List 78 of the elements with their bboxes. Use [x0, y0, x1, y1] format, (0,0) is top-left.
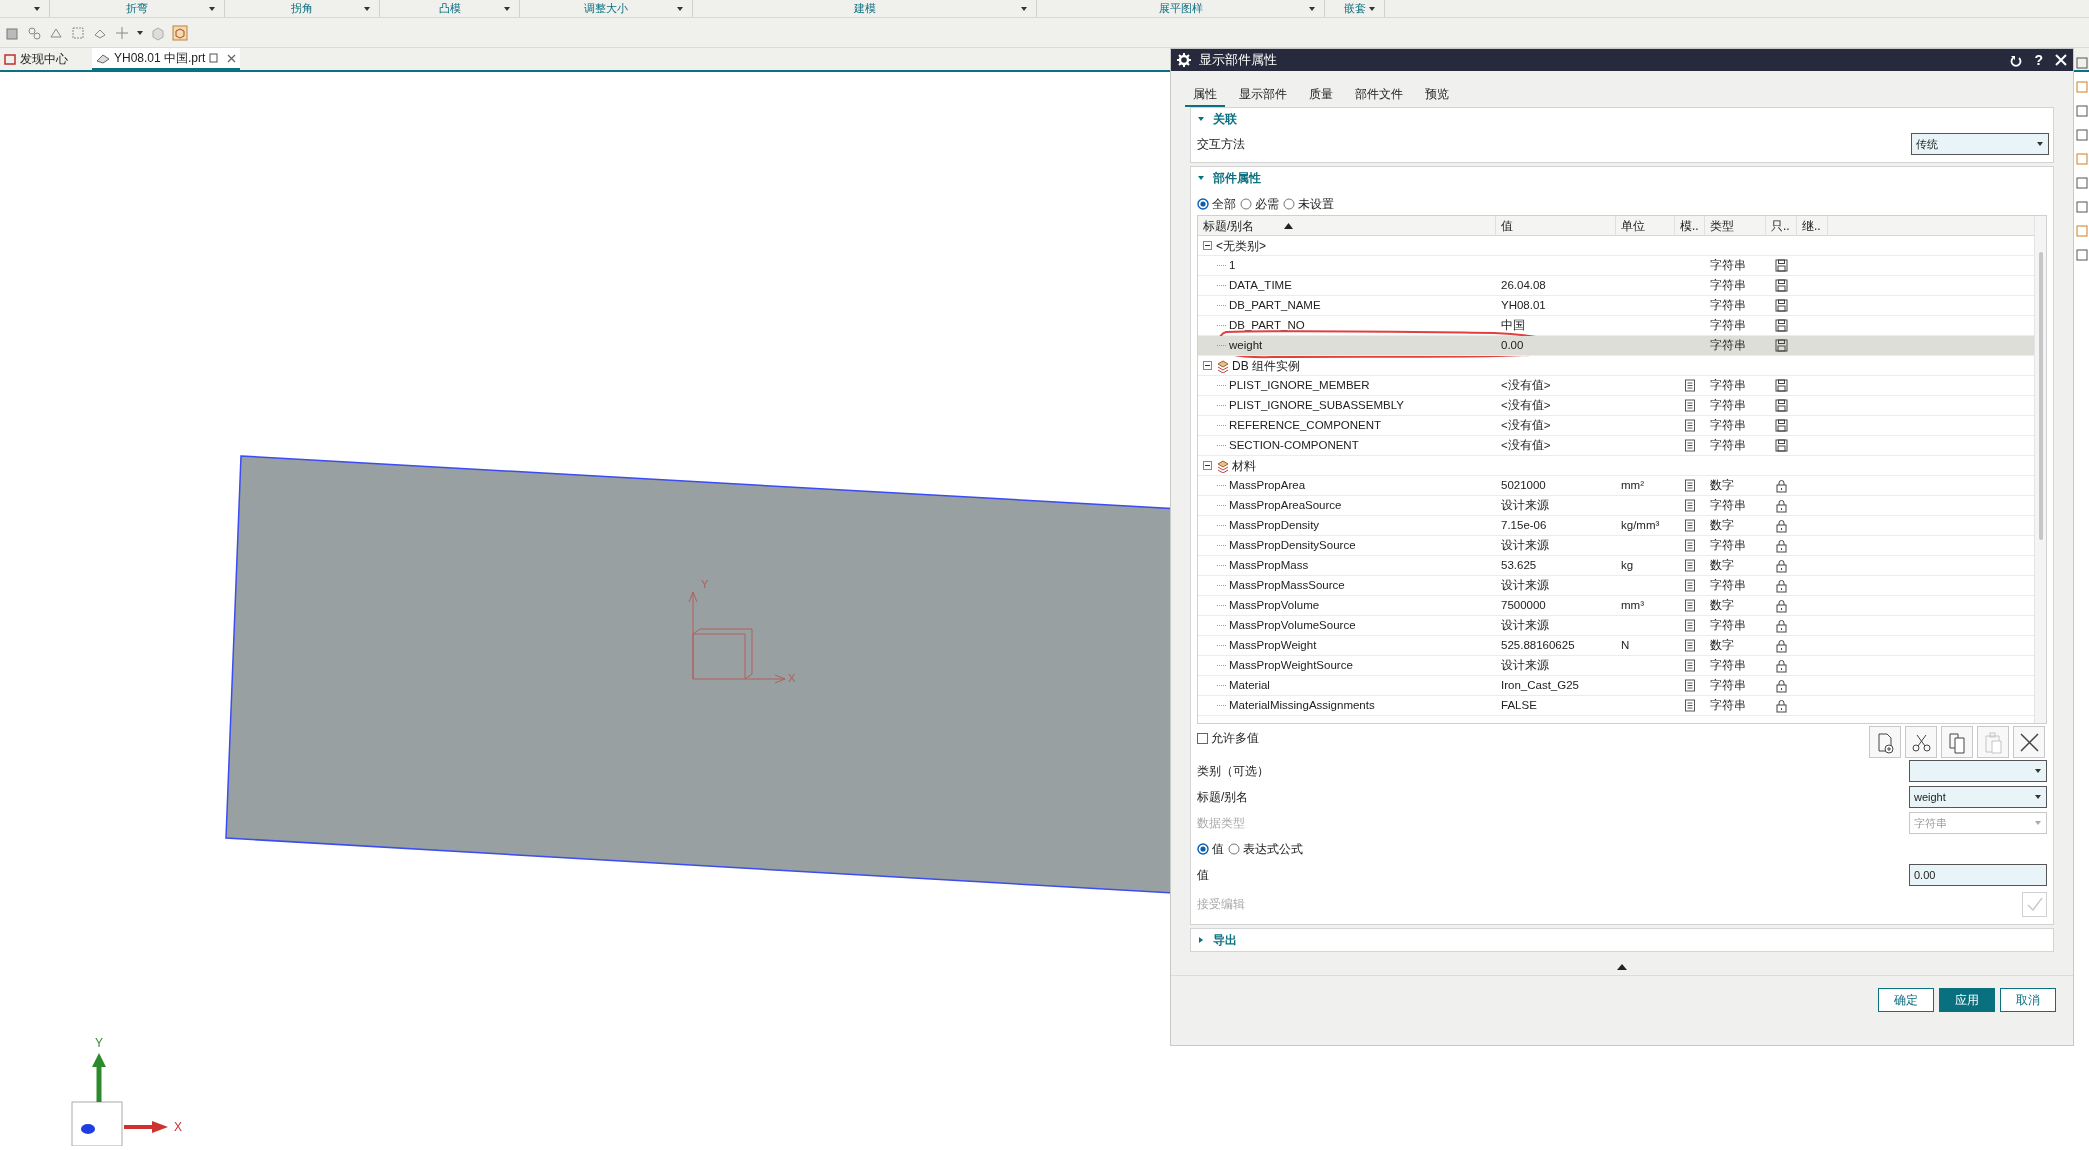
table-cell-text: 数字	[1710, 597, 1734, 613]
table-cell-text: 字符串	[1710, 277, 1746, 293]
table-cell-text: MaterialMissingAssignments	[1229, 697, 1375, 713]
table-cell-text: 数字	[1710, 637, 1734, 653]
table-cell-text: DB_PART_NAME	[1229, 297, 1321, 313]
table-cell-text: <没有值>	[1501, 417, 1551, 433]
table-cell-text: 字符串	[1710, 317, 1746, 333]
axis-label: Y	[95, 1037, 103, 1049]
table-cell-text: kg	[1621, 557, 1634, 573]
field-label: 数据类型	[1197, 815, 1245, 832]
table-cell-text: PLIST_IGNORE_MEMBER	[1229, 377, 1370, 393]
table-cell-text: MassPropDensitySource	[1229, 537, 1356, 553]
table-cell-text: 字符串	[1710, 617, 1746, 633]
table-cell-text: REFERENCE_COMPONENT	[1229, 417, 1382, 433]
table-cell-text: weight	[1229, 337, 1263, 353]
table-cell-text: <没有值>	[1501, 397, 1551, 413]
table-cell-text: 字符串	[1710, 697, 1746, 713]
table-cell-text: FALSE	[1501, 697, 1537, 713]
table-cell-text: 中国	[1501, 317, 1525, 333]
axis-label: Y	[701, 579, 709, 590]
table-cell-text: mm²	[1621, 477, 1644, 493]
table-cell-text: 字符串	[1710, 437, 1746, 453]
table-cell-text: MassPropVolumeSource	[1229, 617, 1356, 633]
table-cell-text: 字符串	[1710, 537, 1746, 553]
table-cell-text: 7.15e-06	[1501, 517, 1547, 533]
table-cell-text: 字符串	[1710, 397, 1746, 413]
table-cell-text: MassPropArea	[1229, 477, 1306, 493]
table-cell-text: 5021000	[1501, 477, 1546, 493]
table-cell-text: 设计来源	[1501, 497, 1549, 513]
table-cell-text: 设计来源	[1501, 617, 1549, 633]
axis-label: X	[174, 1121, 182, 1133]
table-cell-text: 53.625	[1501, 557, 1537, 573]
table-cell-text: YH08.01	[1501, 297, 1546, 313]
table-cell-text: 设计来源	[1501, 537, 1549, 553]
dialog-title: 显示部件属性	[1199, 51, 1278, 70]
table-cell-text: 字符串	[1710, 677, 1746, 693]
table-cell-text: 525.88160625	[1501, 637, 1575, 653]
table-cell-text: 7500000	[1501, 597, 1546, 613]
table-cell-text: Iron_Cast_G25	[1501, 677, 1579, 693]
table-cell-text: DATA_TIME	[1229, 277, 1292, 293]
table-cell-text: <没有值>	[1501, 437, 1551, 453]
table-cell-text: 1	[1229, 257, 1236, 273]
table-cell-text: kg/mm³	[1621, 517, 1660, 533]
table-cell-text: 字符串	[1710, 337, 1746, 353]
field-label: 标题/别名	[1197, 789, 1249, 806]
table-cell-text: 字符串	[1710, 257, 1746, 273]
axis-label: X	[788, 673, 796, 684]
table-cell-text: 数字	[1710, 517, 1734, 533]
table-cell-text: 字符串	[1710, 417, 1746, 433]
table-cell-text: 数字	[1710, 477, 1734, 493]
field-label: 类别（可选）	[1197, 763, 1269, 780]
table-cell-text: 字符串	[1710, 577, 1746, 593]
field-label: 交互方法	[1197, 136, 1245, 153]
table-cell-text: 字符串	[1710, 377, 1746, 393]
table-cell-text: Material	[1229, 677, 1270, 693]
table-cell-text: 字符串	[1710, 657, 1746, 673]
table-cell-text: 设计来源	[1501, 657, 1549, 673]
field-label: 接受编辑	[1197, 896, 1245, 913]
table-cell-text: 数字	[1710, 557, 1734, 573]
field-label: 值	[1197, 867, 1209, 884]
table-cell-text: 26.04.08	[1501, 277, 1546, 293]
table-cell-text: MassPropAreaSource	[1229, 497, 1342, 513]
table-cell-text: 设计来源	[1501, 577, 1549, 593]
table-cell-text: 字符串	[1710, 297, 1746, 313]
table-cell-text: PLIST_IGNORE_SUBASSEMBLY	[1229, 397, 1404, 413]
table-cell-text: MassPropMassSource	[1229, 577, 1345, 593]
table-cell-text: 字符串	[1710, 497, 1746, 513]
table-cell-text: MassPropWeightSource	[1229, 657, 1353, 673]
table-cell-text: mm³	[1621, 597, 1644, 613]
table-cell-text: SECTION-COMPONENT	[1229, 437, 1359, 453]
table-cell-text: MassPropVolume	[1229, 597, 1320, 613]
table-cell-text: 0.00	[1501, 337, 1524, 353]
table-cell-text: MassPropMass	[1229, 557, 1309, 573]
table-cell-text: MassPropDensity	[1229, 517, 1320, 533]
table-cell-text: <没有值>	[1501, 377, 1551, 393]
table-cell-text: DB_PART_NO	[1229, 317, 1305, 333]
table-cell-text: MassPropWeight	[1229, 637, 1317, 653]
table-cell-text: N	[1621, 637, 1630, 653]
